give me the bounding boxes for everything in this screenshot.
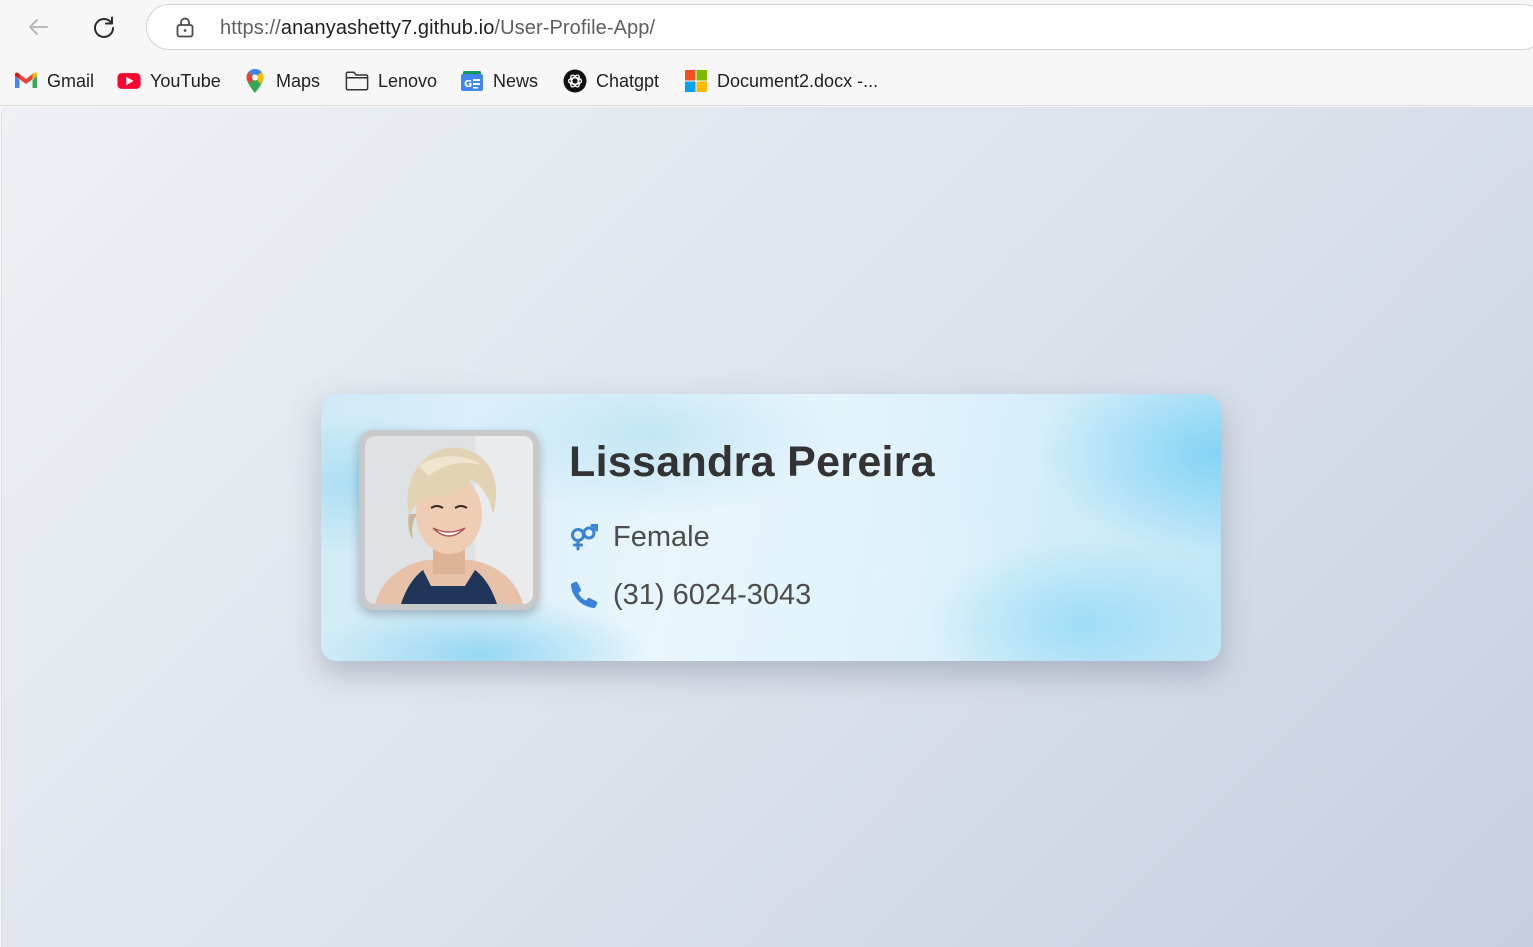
- url-path: /User-Profile-App/: [494, 17, 656, 39]
- bookmark-label: YouTube: [150, 70, 221, 91]
- reload-button[interactable]: [86, 9, 122, 45]
- bookmark-chatgpt[interactable]: Chatgpt: [563, 68, 659, 94]
- phone-row: (31) 6024-3043: [569, 577, 811, 613]
- avatar: [365, 436, 533, 604]
- site-info-button[interactable]: [173, 15, 197, 39]
- chatgpt-icon: [563, 69, 587, 93]
- phone-text: (31) 6024-3043: [613, 578, 812, 611]
- bookmark-document2[interactable]: Document2.docx -...: [684, 68, 878, 94]
- address-bar[interactable]: https://ananyashetty7.github.io/User-Pro…: [146, 4, 1533, 50]
- bookmark-label: Document2.docx -...: [717, 70, 879, 91]
- microsoft-icon: [684, 69, 708, 93]
- bookmark-label: Chatgpt: [596, 70, 660, 91]
- lock-icon: [176, 17, 194, 38]
- gmail-icon: [14, 69, 38, 93]
- profile-name: Lissandra Pereira: [569, 438, 936, 486]
- bookmark-maps[interactable]: Maps: [243, 68, 320, 94]
- back-button[interactable]: [20, 9, 56, 45]
- bookmark-label: Lenovo: [378, 70, 438, 91]
- gender-row: Female: [569, 519, 710, 555]
- back-arrow-icon: [29, 19, 48, 35]
- browser-toolbar: https://ananyashetty7.github.io/User-Pro…: [0, 0, 1533, 56]
- gender-text: Female: [613, 520, 710, 553]
- gender-icon: [569, 522, 599, 552]
- bookmark-gmail[interactable]: Gmail: [14, 68, 94, 94]
- bookmark-lenovo[interactable]: Lenovo: [345, 68, 437, 94]
- url-scheme: https://: [220, 17, 281, 39]
- avatar-frame: [359, 430, 539, 610]
- page-viewport: Lissandra Pereira Female (31) 6024-3043: [1, 107, 1533, 947]
- reload-icon: [94, 16, 114, 38]
- bookmark-label: Maps: [276, 70, 321, 91]
- phone-icon: [569, 580, 599, 610]
- news-icon: G: [460, 69, 484, 93]
- youtube-icon: [117, 69, 141, 93]
- profile-card: Lissandra Pereira Female (31) 6024-3043: [321, 394, 1221, 661]
- bookmark-youtube[interactable]: YouTube: [117, 68, 221, 94]
- bookmarks-bar: Gmail YouTube Maps Lenovo G News Chatgpt…: [0, 56, 1533, 106]
- bookmark-label: Gmail: [47, 70, 95, 91]
- bookmark-label: News: [493, 70, 539, 91]
- bookmark-news[interactable]: G News: [460, 68, 538, 94]
- url-text[interactable]: https://ananyashetty7.github.io/User-Pro…: [220, 17, 655, 40]
- svg-text:G: G: [464, 79, 472, 90]
- maps-icon: [243, 68, 267, 93]
- url-host: ananyashetty7.github.io: [280, 17, 495, 39]
- folder-icon: [345, 69, 369, 93]
